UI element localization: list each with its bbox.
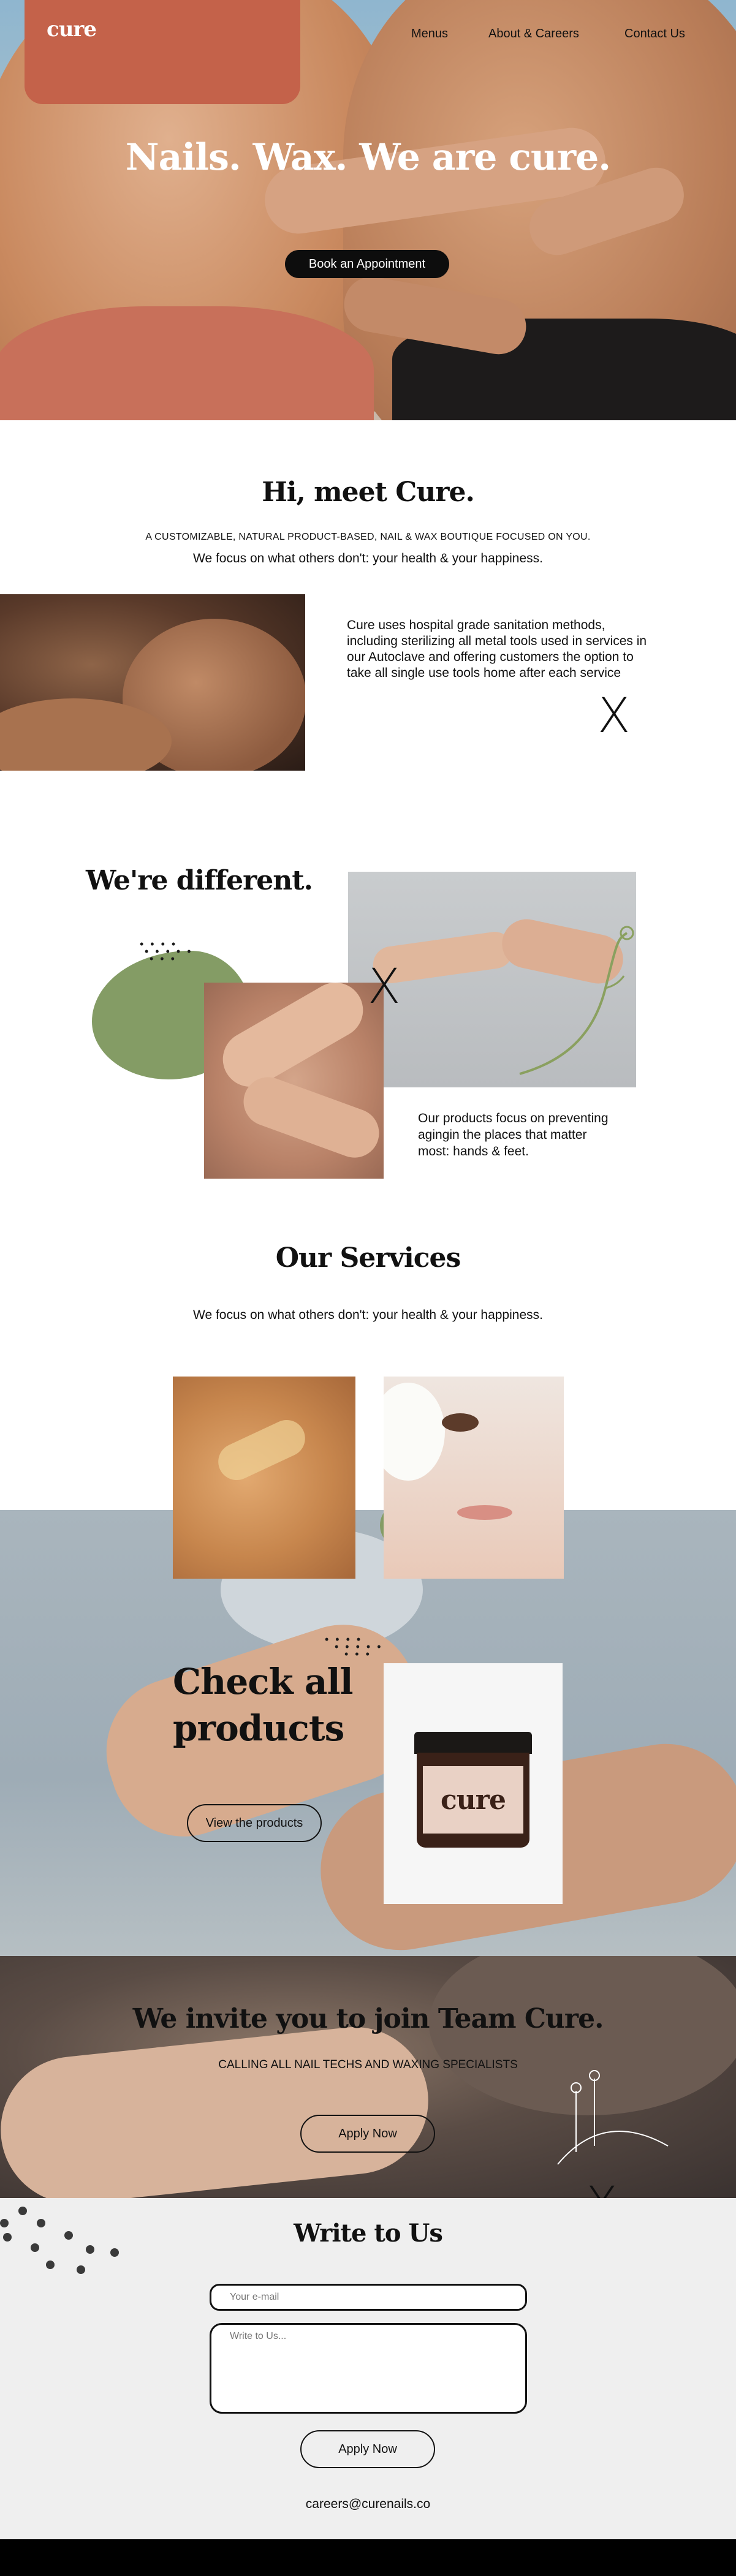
dot-decoration [18, 2207, 27, 2215]
services-tagline: We focus on what others don't: your heal… [193, 1308, 543, 1322]
dots-decoration: • • • • • • • • • • • • [325, 1633, 383, 1660]
join-section [0, 1956, 736, 2198]
services-title: Our Services [275, 1242, 461, 1274]
meet-title: Hi, meet Cure. [262, 477, 475, 508]
hero-title: Nails. Wax. We are cure. [125, 136, 611, 179]
woman-embracing-knees-photo [0, 594, 305, 771]
nav-link-about-careers[interactable]: About & Careers [488, 27, 579, 41]
x-mark-decoration: X [598, 689, 631, 744]
dots-decoration: • • • • • • • • • • • • [140, 938, 193, 965]
arm-gel-photo [173, 1377, 355, 1579]
jar-label: cure [441, 1784, 506, 1816]
hero-section [0, 0, 736, 420]
product-jar-photo: cure [384, 1663, 563, 1904]
nav-link-contact[interactable]: Contact Us [624, 27, 685, 41]
contact-email-link[interactable]: careers@curenails.co [0, 2497, 736, 2512]
footer-bar [0, 2539, 736, 2576]
view-products-button[interactable]: View the products [187, 1804, 322, 1842]
book-appointment-button[interactable]: Book an Appointment [285, 250, 449, 278]
dot-decoration [46, 2261, 55, 2269]
join-apply-button[interactable]: Apply Now [300, 2115, 435, 2153]
write-apply-button[interactable]: Apply Now [300, 2430, 435, 2468]
dot-decoration [77, 2265, 85, 2274]
hands-face-photo [0, 2020, 436, 2198]
woman-face-flower-photo [384, 1377, 564, 1579]
join-title: We invite you to join Team Cure. [132, 2003, 604, 2034]
different-title: We're different. [86, 865, 313, 896]
email-field[interactable] [210, 2284, 527, 2311]
feet-photo [204, 983, 384, 1179]
x-mark-decoration: X [368, 959, 401, 1014]
different-description: Our products focus on preventing agingin… [418, 1111, 609, 1158]
write-title: Write to Us [294, 2219, 443, 2248]
message-field[interactable] [210, 2323, 527, 2414]
meet-subtitle: A CUSTOMIZABLE, NATURAL PRODUCT-BASED, N… [145, 532, 591, 542]
products-title: Check all products [173, 1661, 354, 1749]
nav-link-menus[interactable]: Menus [411, 27, 448, 41]
join-subtitle: CALLING ALL NAIL TECHS AND WAXING SPECIA… [218, 2058, 518, 2071]
meet-tagline: We focus on what others don't: your heal… [193, 551, 543, 565]
brand-logo[interactable]: cure [47, 17, 97, 42]
dot-decoration [110, 2248, 119, 2257]
sanitation-description: Cure uses hospital grade sanitation meth… [347, 618, 647, 680]
flower-line-art [557, 2070, 669, 2165]
